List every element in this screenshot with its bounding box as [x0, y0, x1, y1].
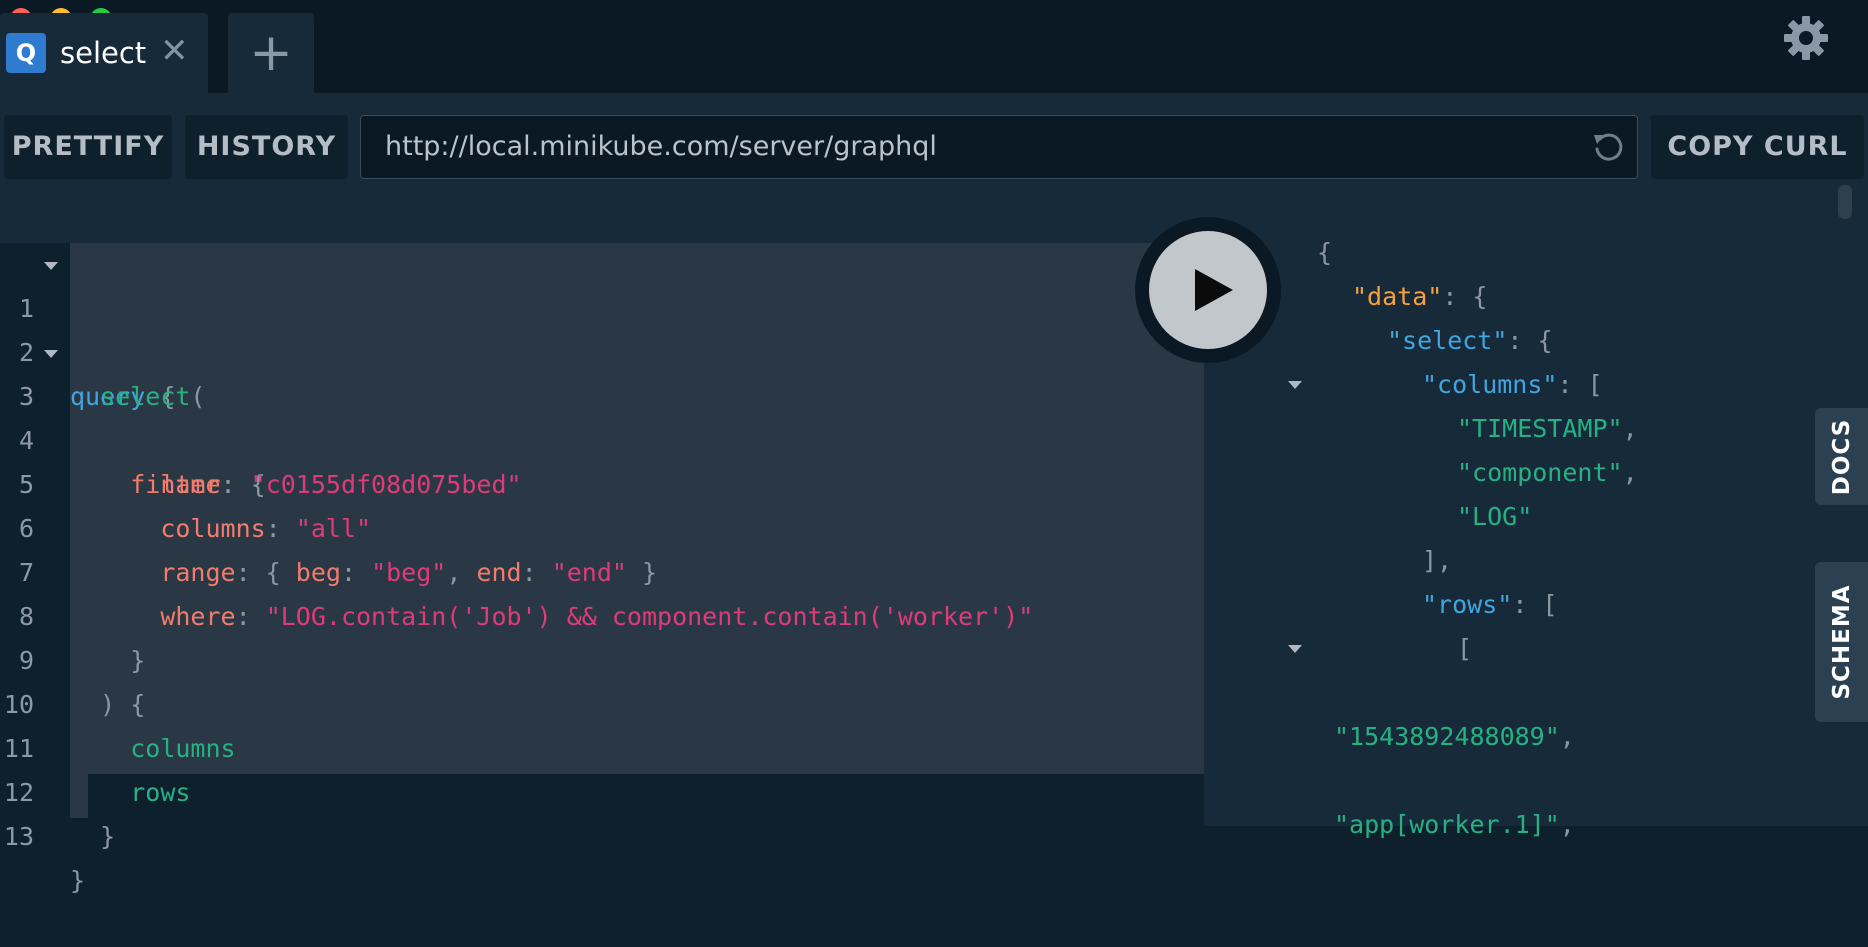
json-token: : [	[1512, 590, 1558, 619]
json-token: {	[1317, 238, 1333, 267]
schema-tab-label: SCHEMA	[1828, 584, 1855, 700]
fold-arrow-icon[interactable]	[1288, 645, 1302, 653]
json-token: : [	[1557, 370, 1603, 399]
schema-tab[interactable]: SCHEMA	[1815, 562, 1868, 722]
copy-curl-button[interactable]: COPY CURL	[1651, 115, 1864, 179]
code-token: }	[70, 866, 86, 895]
json-token: ,	[1622, 458, 1638, 487]
code-token: }	[100, 822, 116, 851]
json-token: [	[1457, 634, 1473, 663]
json-token: "TIMESTAMP"	[1457, 414, 1623, 443]
result-scrollbar-thumb[interactable]	[1838, 185, 1852, 219]
result-line: "1543892488089",	[1204, 715, 1804, 759]
json-token: : {	[1442, 282, 1488, 311]
result-line: ],	[1204, 539, 1804, 583]
toolbar: PRETTIFY HISTORY http://local.minikube.c…	[0, 93, 1868, 205]
prettify-button[interactable]: PRETTIFY	[4, 115, 172, 179]
result-line: {	[1204, 231, 1804, 275]
code-line: 12 }	[0, 727, 1204, 851]
result-line: "columns": [	[1204, 363, 1804, 407]
fold-arrow-icon[interactable]	[44, 350, 58, 358]
json-token: "1543892488089"	[1334, 722, 1560, 751]
result-line: "TIMESTAMP",	[1204, 407, 1804, 451]
close-icon[interactable]: ✕	[160, 31, 189, 71]
json-token: ,	[1559, 810, 1575, 839]
json-token: ],	[1422, 546, 1453, 575]
code-line: 5 columns: "all"	[0, 419, 1204, 543]
tab-bar: Q select ✕ +	[0, 0, 1868, 93]
query-editor[interactable]: 1 query { 2 select( 3 filter: { 4 name: …	[0, 205, 1204, 895]
json-token: "component"	[1457, 458, 1623, 487]
code-line: 2 select(	[0, 287, 1204, 411]
result-line: "component",	[1204, 451, 1804, 495]
fold-arrow-icon[interactable]	[1288, 381, 1302, 389]
code-line: 1 query {	[0, 243, 1204, 411]
plus-icon[interactable]: +	[228, 13, 314, 93]
json-token: ,	[1559, 722, 1575, 751]
code-line: 13 }	[0, 771, 1204, 895]
docs-tab[interactable]: DOCS	[1815, 408, 1868, 505]
endpoint-url-field[interactable]: http://local.minikube.com/server/graphql	[360, 115, 1638, 179]
code-line: 10 columns	[0, 639, 1204, 763]
result-panel[interactable]: { "data": { "select": { "columns": [ "TI…	[1204, 205, 1868, 839]
result-line: "LOG"	[1204, 495, 1804, 539]
code-line: 6 range: { beg: "beg", end: "end" }	[0, 463, 1204, 587]
code-line: 9 ) {	[0, 595, 1204, 719]
json-token: ,	[1622, 414, 1638, 443]
code-line: 11 rows	[0, 683, 1204, 807]
result-line: "select": {	[1204, 319, 1804, 363]
line-number: 13	[3, 822, 34, 851]
tab-title: select	[60, 36, 147, 70]
json-token: "columns"	[1422, 370, 1558, 399]
fold-arrow-icon[interactable]	[44, 262, 58, 270]
result-line: "data": {	[1204, 275, 1804, 319]
json-token: "rows"	[1422, 590, 1513, 619]
history-button[interactable]: HISTORY	[185, 115, 348, 179]
code-line: 7 where: "LOG.contain('Job') && componen…	[0, 507, 1204, 631]
code-line: 4 name: "c0155df08d075bed"	[0, 375, 1204, 499]
editor-top-strip	[0, 205, 1204, 243]
json-token: "select"	[1387, 326, 1508, 355]
code-line: 3 filter: {	[0, 331, 1204, 499]
tab-select[interactable]: Q select ✕	[0, 13, 208, 93]
gear-icon[interactable]	[1782, 14, 1830, 62]
result-line: [	[1204, 627, 1804, 671]
code-line: 8 }	[0, 551, 1204, 675]
execute-query-button[interactable]	[1135, 217, 1281, 363]
result-line: "rows": [	[1204, 583, 1804, 627]
endpoint-url-text: http://local.minikube.com/server/graphql	[385, 131, 937, 162]
json-token: : {	[1507, 326, 1553, 355]
json-token: "LOG"	[1457, 502, 1533, 531]
play-icon	[1195, 269, 1233, 311]
reload-icon[interactable]	[1591, 130, 1625, 164]
json-token: "data"	[1352, 282, 1443, 311]
docs-tab-label: DOCS	[1828, 418, 1855, 495]
query-badge-icon: Q	[6, 33, 46, 73]
execute-query-button-face	[1149, 231, 1267, 349]
result-line: "app[worker.1]",	[1204, 803, 1804, 847]
json-token: "app[worker.1]"	[1334, 810, 1560, 839]
